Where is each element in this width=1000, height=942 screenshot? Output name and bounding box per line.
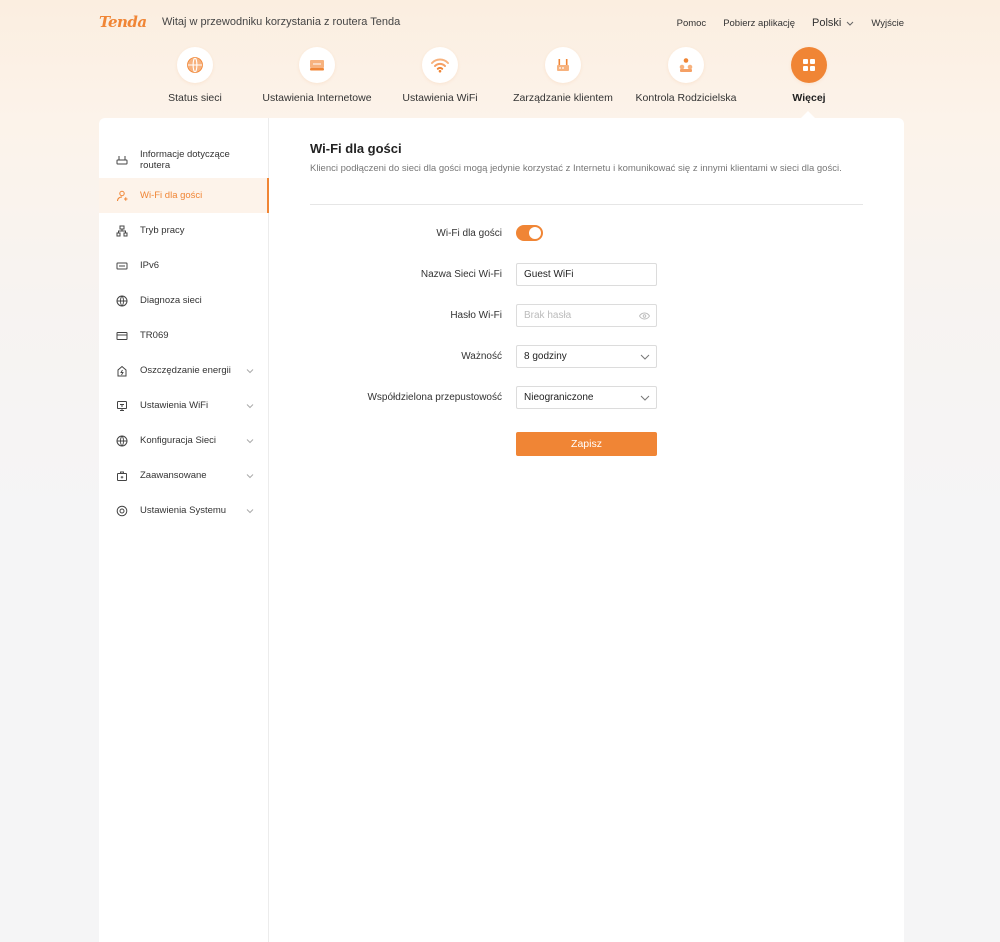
sidebar-item-label: Ustawienia Systemu bbox=[140, 505, 227, 516]
eye-icon[interactable] bbox=[639, 312, 650, 319]
nav-more[interactable]: Więcej bbox=[744, 47, 874, 104]
sidebar-item-label: Ustawienia WiFi bbox=[140, 400, 209, 411]
sidebar-item-label: Wi-Fi dla gości bbox=[140, 190, 203, 201]
globe-icon bbox=[116, 435, 128, 447]
top-bar: Tenda Witaj w przewodniku korzystania z … bbox=[0, 0, 1000, 44]
sidebar-item-advanced[interactable]: Zaawansowane bbox=[99, 458, 268, 493]
bandwidth-label: Współdzielona przepustowość bbox=[367, 392, 502, 403]
main-nav: Status sieci Ustawienia Internetowe Usta… bbox=[0, 47, 1000, 119]
nav-parental-control[interactable]: Kontrola Rodzicielska bbox=[621, 47, 751, 104]
nav-status[interactable]: Status sieci bbox=[130, 47, 260, 104]
sidebar-item-guest-wifi[interactable]: Wi-Fi dla gości bbox=[99, 178, 269, 213]
validity-value: 8 godziny bbox=[524, 351, 567, 362]
chevron-down-icon bbox=[246, 403, 254, 408]
chevron-down-icon bbox=[246, 508, 254, 513]
download-app-link[interactable]: Pobierz aplikację bbox=[723, 18, 795, 29]
validity-label: Ważność bbox=[461, 351, 502, 362]
nav-internet-settings[interactable]: Ustawienia Internetowe bbox=[252, 47, 382, 104]
nav-wifi-settings[interactable]: Ustawienia WiFi bbox=[375, 47, 505, 104]
chevron-down-icon bbox=[640, 354, 650, 360]
page-description: Klienci podłączeni do sieci dla gości mo… bbox=[310, 163, 842, 174]
sidebar-item-ipv6[interactable]: IPv6 bbox=[99, 248, 268, 283]
validity-select[interactable]: 8 godziny bbox=[516, 345, 657, 368]
tenda-logo[interactable]: Tenda bbox=[99, 13, 147, 31]
guest-wifi-label: Wi-Fi dla gości bbox=[436, 228, 502, 239]
chevron-down-icon bbox=[640, 395, 650, 401]
wifi-icon bbox=[422, 47, 458, 83]
guest-wifi-toggle[interactable] bbox=[516, 225, 543, 241]
energy-icon bbox=[116, 365, 128, 377]
sidebar-item-system-settings[interactable]: Ustawienia Systemu bbox=[99, 493, 268, 528]
page-title: Wi-Fi dla gości bbox=[310, 141, 402, 156]
help-link[interactable]: Pomoc bbox=[677, 18, 707, 29]
nav-label: Ustawienia WiFi bbox=[402, 92, 478, 104]
toolbox-icon bbox=[116, 470, 128, 482]
globe-icon bbox=[177, 47, 213, 83]
logout-link[interactable]: Wyjście bbox=[871, 18, 904, 29]
sidebar-item-tr069[interactable]: TR069 bbox=[99, 318, 268, 353]
divider bbox=[310, 204, 863, 205]
system-settings-icon bbox=[116, 505, 128, 517]
sidebar-item-energy-saving[interactable]: Oszczędzanie energii bbox=[99, 353, 268, 388]
nav-label: Kontrola Rodzicielska bbox=[635, 92, 737, 104]
ssid-input[interactable]: Guest WiFi bbox=[516, 263, 657, 286]
globe-icon bbox=[116, 295, 128, 307]
sidebar-item-label: Oszczędzanie energii bbox=[140, 365, 231, 376]
guest-icon bbox=[116, 190, 128, 202]
password-input[interactable]: Brak hasła bbox=[516, 304, 657, 327]
sidebar-item-work-mode[interactable]: Tryb pracy bbox=[99, 213, 268, 248]
password-placeholder: Brak hasła bbox=[524, 310, 572, 321]
sidebar-item-label: IPv6 bbox=[140, 260, 160, 271]
chevron-down-icon bbox=[246, 438, 254, 443]
bandwidth-value: Nieograniczone bbox=[524, 392, 594, 403]
chevron-down-icon bbox=[847, 21, 854, 26]
sidebar-item-label: Konfiguracja Sieci bbox=[140, 435, 217, 446]
save-button[interactable]: Zapisz bbox=[516, 432, 657, 456]
welcome-text: Witaj w przewodniku korzystania z router… bbox=[162, 16, 401, 28]
sidebar-item-label: Tryb pracy bbox=[140, 225, 185, 236]
tr069-icon bbox=[116, 330, 128, 342]
top-links: Pomoc Pobierz aplikację Polski Wyjście bbox=[660, 17, 904, 29]
bandwidth-select[interactable]: Nieograniczone bbox=[516, 386, 657, 409]
sidebar-item-label: TR069 bbox=[140, 330, 169, 341]
content-panel: Informacje dotyczące routera Wi-Fi dla g… bbox=[99, 118, 904, 942]
sidebar-item-network-config[interactable]: Konfiguracja Sieci bbox=[99, 423, 268, 458]
chevron-down-icon bbox=[246, 368, 254, 373]
nav-label: Więcej bbox=[792, 92, 826, 104]
password-label: Hasło Wi-Fi bbox=[450, 310, 502, 321]
sidebar-item-label: Diagnoza sieci bbox=[140, 295, 202, 306]
language-label: Polski bbox=[812, 17, 842, 29]
router-info-icon bbox=[116, 154, 128, 166]
chevron-down-icon bbox=[246, 473, 254, 478]
nav-label: Ustawienia Internetowe bbox=[262, 92, 372, 104]
language-select[interactable]: Polski bbox=[812, 17, 854, 29]
router-icon bbox=[545, 47, 581, 83]
grid-icon bbox=[791, 47, 827, 83]
sidebar-item-router-info[interactable]: Informacje dotyczące routera bbox=[99, 143, 268, 176]
sidebar: Informacje dotyczące routera Wi-Fi dla g… bbox=[99, 118, 269, 942]
nav-client-management[interactable]: Zarządzanie klientem bbox=[498, 47, 628, 104]
sidebar-item-label: Zaawansowane bbox=[140, 470, 207, 481]
wifi-settings-icon bbox=[116, 400, 128, 412]
sidebar-item-label: Informacje dotyczące routera bbox=[140, 148, 230, 171]
sidebar-item-network-diagnosis[interactable]: Diagnoza sieci bbox=[99, 283, 268, 318]
ssid-value: Guest WiFi bbox=[524, 269, 574, 280]
ssid-label: Nazwa Sieci Wi-Fi bbox=[420, 269, 502, 280]
parental-control-icon bbox=[668, 47, 704, 83]
toggle-knob bbox=[529, 227, 541, 239]
ipv6-icon bbox=[116, 260, 128, 272]
nav-label: Status sieci bbox=[168, 92, 222, 104]
nav-label: Zarządzanie klientem bbox=[513, 92, 613, 104]
internet-settings-icon bbox=[299, 47, 335, 83]
sidebar-item-wifi-settings[interactable]: Ustawienia WiFi bbox=[99, 388, 268, 423]
work-mode-icon bbox=[116, 225, 128, 237]
